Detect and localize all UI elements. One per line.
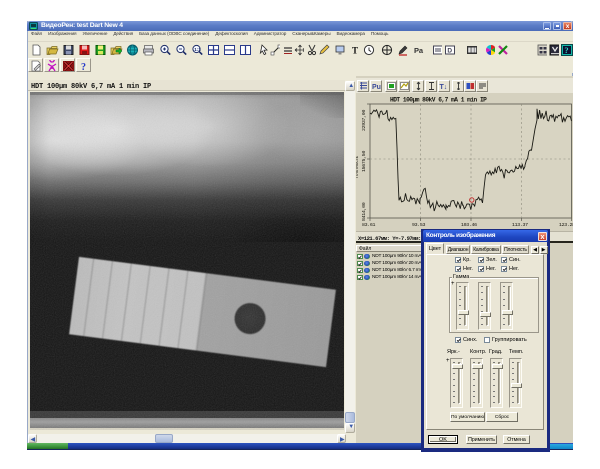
svg-text:Pu: Pu — [372, 84, 381, 91]
svg-text:83.61: 83.61 — [362, 222, 376, 228]
svg-text:103.46: 103.46 — [461, 222, 477, 228]
svg-text:22937,00: 22937,00 — [361, 110, 367, 131]
svg-text:?: ? — [564, 45, 568, 55]
svg-text:1:1: 1:1 — [194, 47, 201, 52]
svg-text:8414,00: 8414,00 — [361, 202, 367, 221]
svg-text:113.37: 113.37 — [512, 222, 528, 228]
svg-text:Плотность: Плотность — [356, 155, 359, 178]
svg-text:?: ? — [81, 62, 86, 72]
svg-text:D: D — [447, 48, 452, 55]
svg-text:T↓: T↓ — [440, 84, 448, 91]
svg-text:HDT 100μm 80kV 6,7 mA 1 min IP: HDT 100μm 80kV 6,7 mA 1 min IP — [390, 97, 487, 104]
svg-text:T: T — [352, 46, 358, 56]
svg-text:93.53: 93.53 — [412, 222, 426, 228]
svg-text:Ра: Ра — [414, 46, 424, 55]
svg-text:123.28: 123.28 — [559, 222, 573, 228]
svg-text:15675,50: 15675,50 — [361, 151, 367, 172]
